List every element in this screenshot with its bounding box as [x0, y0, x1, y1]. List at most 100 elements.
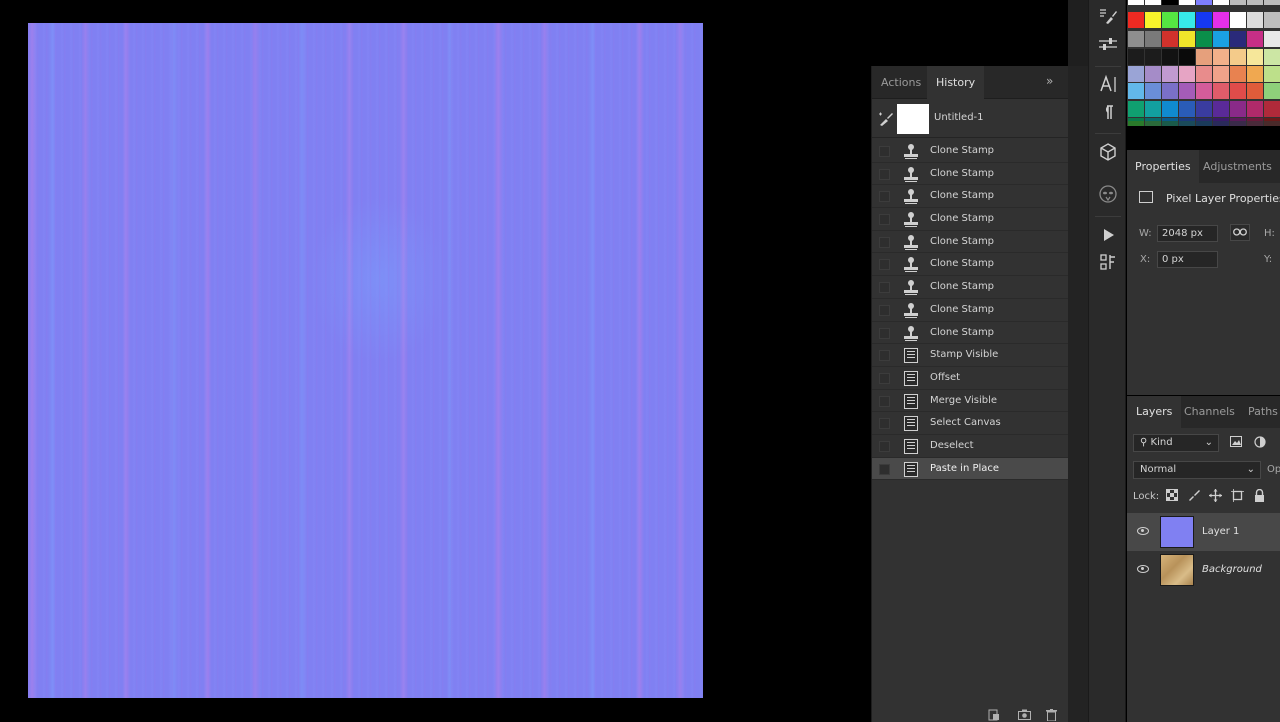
history-brush-source-checkbox[interactable] — [879, 282, 890, 294]
color-swatch[interactable] — [1128, 121, 1144, 126]
x-input[interactable]: 0 px — [1157, 251, 1218, 268]
history-brush-source-checkbox[interactable] — [879, 191, 890, 203]
history-brush-source-checkbox[interactable] — [879, 214, 890, 226]
color-swatch[interactable] — [1230, 83, 1246, 99]
color-swatch[interactable] — [1230, 121, 1246, 126]
color-swatch[interactable] — [1196, 12, 1212, 28]
history-state-row[interactable]: Offset — [872, 367, 1072, 390]
3d-icon[interactable] — [1097, 142, 1119, 164]
color-swatch[interactable] — [1179, 83, 1195, 99]
color-swatch[interactable] — [1213, 12, 1229, 28]
color-swatch[interactable] — [1230, 0, 1246, 5]
history-brush-source-checkbox[interactable] — [879, 418, 890, 430]
history-brush-source-checkbox[interactable] — [879, 304, 890, 316]
color-swatch[interactable] — [1145, 83, 1161, 99]
dock-divider[interactable] — [1068, 0, 1088, 722]
tab-channels[interactable]: Channels — [1175, 396, 1244, 428]
color-swatch[interactable] — [1162, 66, 1178, 82]
layer-name[interactable]: Layer 1 — [1202, 526, 1239, 537]
color-swatch[interactable] — [1145, 49, 1161, 65]
color-swatch[interactable] — [1145, 121, 1161, 126]
swatches-panel[interactable] — [1127, 0, 1280, 126]
color-swatch[interactable] — [1213, 49, 1229, 65]
tab-actions[interactable]: Actions — [872, 66, 930, 99]
color-swatch[interactable] — [1196, 83, 1212, 99]
history-state-row[interactable]: Clone Stamp — [872, 208, 1072, 231]
color-swatch[interactable] — [1179, 0, 1195, 5]
collapse-panel-icon[interactable]: » — [1046, 74, 1053, 88]
color-swatch[interactable] — [1128, 0, 1144, 5]
color-swatch[interactable] — [1128, 101, 1144, 117]
layer-name[interactable]: Background — [1202, 564, 1262, 575]
delete-state-icon[interactable] — [1046, 709, 1057, 722]
color-swatch[interactable] — [1145, 12, 1161, 28]
link-dimensions-icon[interactable] — [1230, 224, 1250, 241]
brush-settings-icon[interactable] — [1097, 34, 1119, 56]
color-swatch[interactable] — [1230, 49, 1246, 65]
lock-all-icon[interactable] — [1252, 488, 1266, 503]
history-state-row[interactable]: Clone Stamp — [872, 231, 1072, 254]
tab-properties[interactable]: Properties — [1127, 150, 1199, 183]
learn-icon[interactable] — [1097, 184, 1119, 206]
tab-history[interactable]: History — [927, 66, 985, 99]
history-state-row[interactable]: Clone Stamp — [872, 185, 1072, 209]
color-swatch[interactable] — [1213, 0, 1229, 5]
history-state-row[interactable]: Clone Stamp — [872, 253, 1072, 277]
color-swatch[interactable] — [1128, 83, 1144, 99]
history-brush-source-checkbox[interactable] — [879, 463, 890, 475]
color-swatch[interactable] — [1196, 0, 1212, 5]
lock-transparent-pixels-icon[interactable] — [1165, 489, 1179, 503]
pixel-filter-icon[interactable] — [1229, 436, 1243, 450]
tab-paths[interactable]: Paths — [1239, 396, 1280, 428]
history-brush-source-checkbox[interactable] — [879, 440, 890, 452]
color-swatch[interactable] — [1213, 83, 1229, 99]
history-state-row[interactable]: Clone Stamp — [872, 322, 1072, 345]
color-swatch[interactable] — [1162, 0, 1178, 5]
lock-position-icon[interactable] — [1208, 489, 1222, 503]
color-swatch[interactable] — [1213, 66, 1229, 82]
history-state-row[interactable]: Merge Visible — [872, 390, 1072, 413]
color-swatch[interactable] — [1196, 101, 1212, 117]
color-swatch[interactable] — [1128, 31, 1144, 47]
adjustment-filter-icon[interactable] — [1253, 436, 1267, 450]
color-swatch[interactable] — [1247, 121, 1263, 126]
color-swatch[interactable] — [1179, 49, 1195, 65]
new-snapshot-icon[interactable] — [1018, 709, 1031, 722]
history-state-row[interactable]: Deselect — [872, 435, 1072, 458]
layer-row-background[interactable]: Background — [1127, 551, 1280, 589]
visibility-eye-icon[interactable] — [1137, 527, 1149, 535]
history-brush-source-checkbox[interactable] — [879, 327, 890, 339]
color-swatch[interactable] — [1145, 31, 1161, 47]
color-swatch[interactable] — [1247, 49, 1263, 65]
color-swatch[interactable] — [1230, 66, 1246, 82]
color-swatch[interactable] — [1128, 66, 1144, 82]
color-swatch[interactable] — [1247, 83, 1263, 99]
color-swatch[interactable] — [1230, 31, 1246, 47]
history-state-row[interactable]: Paste in Place — [872, 457, 1072, 481]
history-state-row[interactable]: Select Canvas — [872, 412, 1072, 435]
color-swatch[interactable] — [1247, 101, 1263, 117]
canvas-area[interactable] — [0, 0, 871, 722]
color-swatch[interactable] — [1162, 31, 1178, 47]
tab-layers[interactable]: Layers — [1127, 396, 1182, 428]
blend-mode-select[interactable]: Normal ⌄ — [1133, 461, 1261, 479]
color-swatch[interactable] — [1145, 101, 1161, 117]
color-swatch[interactable] — [1179, 31, 1195, 47]
color-swatch[interactable] — [1145, 66, 1161, 82]
color-swatch[interactable] — [1264, 12, 1280, 28]
color-swatch[interactable] — [1247, 31, 1263, 47]
color-swatch[interactable] — [1179, 101, 1195, 117]
history-state-row[interactable]: Clone Stamp — [872, 276, 1072, 299]
history-brush-source-checkbox[interactable] — [879, 146, 890, 157]
history-snapshot[interactable]: Untitled-1 — [872, 100, 1072, 138]
color-swatch[interactable] — [1128, 12, 1144, 28]
color-swatch[interactable] — [1247, 0, 1263, 5]
character-icon[interactable] — [1097, 74, 1119, 96]
color-swatch[interactable] — [1230, 12, 1246, 28]
color-swatch[interactable] — [1264, 121, 1280, 126]
history-state-row[interactable]: Stamp Visible — [872, 344, 1072, 367]
color-swatch[interactable] — [1179, 66, 1195, 82]
color-swatch[interactable] — [1196, 49, 1212, 65]
tab-adjustments[interactable]: Adjustments — [1195, 150, 1280, 183]
color-swatch[interactable] — [1264, 49, 1280, 65]
